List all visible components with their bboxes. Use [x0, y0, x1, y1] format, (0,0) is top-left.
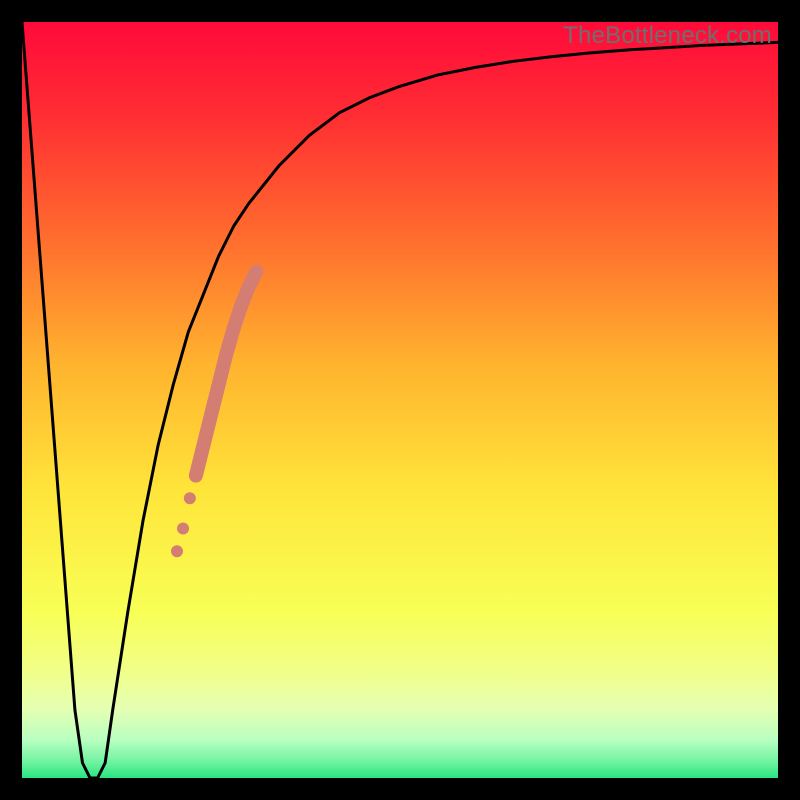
highlight-dot [184, 492, 196, 504]
plot-area: TheBottleneck.com [22, 22, 778, 778]
chart-svg [22, 22, 778, 778]
chart-frame: TheBottleneck.com [0, 0, 800, 800]
gradient-background [22, 22, 778, 778]
watermark-text: TheBottleneck.com [563, 22, 772, 50]
highlight-dot [171, 545, 183, 557]
highlight-dot [177, 523, 189, 535]
